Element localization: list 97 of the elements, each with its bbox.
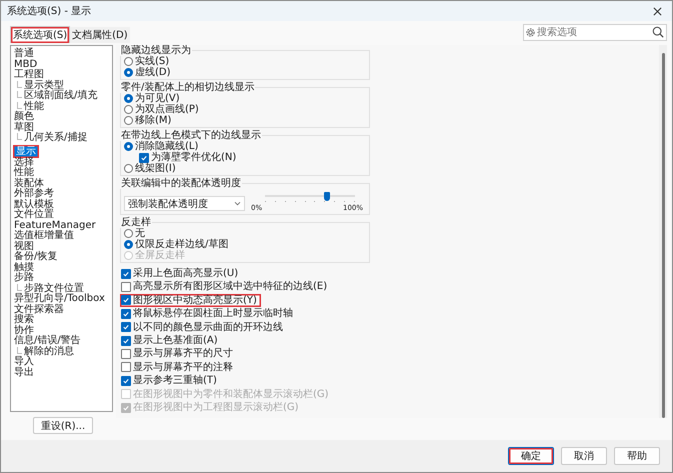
sidebar-item[interactable]: 几何关系/捕捉 (23, 133, 88, 144)
checkmark-icon (122, 270, 130, 278)
option-label: 图形视区中动态高亮显示(Y) (133, 294, 257, 308)
close-icon (652, 6, 662, 16)
dialog-button[interactable]: 帮助 (614, 447, 660, 465)
caret-icon (234, 201, 241, 206)
sidebar-item[interactable]: 性能 (23, 102, 45, 112)
checkbox[interactable] (121, 362, 131, 372)
scrollbar[interactable] (659, 45, 667, 418)
option-label: 实线(S) (135, 56, 170, 67)
reset-button[interactable]: 重设(R)... (33, 417, 93, 434)
option-label: 消除隐藏线(L) (135, 141, 198, 152)
sidebar-item[interactable]: 默认模板 (13, 200, 55, 210)
option-label: 全屏反走样 (135, 250, 185, 261)
radio-button[interactable] (124, 164, 133, 173)
checkmark-icon (122, 404, 130, 412)
option-label: 显示参考三重轴(T) (133, 374, 217, 388)
option-label: 显示与屏幕齐平的尺寸 (133, 347, 233, 361)
sidebar-item[interactable]: 显示类型 (23, 80, 65, 91)
sidebar-item[interactable]: 文件位置 (13, 210, 55, 220)
sidebar-item[interactable]: 备份/恢复 (13, 252, 58, 262)
option-label: 采用上色面高亮显示(U) (133, 267, 238, 280)
search-field[interactable]: 搜索选项 (523, 24, 667, 40)
option-label: 在图形视图中为零件和装配体显示滚动栏(G) (133, 388, 329, 401)
sidebar-item[interactable]: 协作 (13, 326, 35, 336)
option-label: 虚线(D) (135, 67, 171, 78)
sidebar-item[interactable]: 视图 (13, 242, 35, 252)
checkbox[interactable] (121, 336, 131, 346)
dialog-button[interactable]: 确定 (508, 447, 554, 465)
radio-button[interactable] (124, 68, 133, 77)
checkbox[interactable] (121, 268, 131, 279)
radio-button[interactable] (124, 57, 133, 66)
sidebar-item[interactable]: 文件探索器 (13, 304, 65, 315)
option-label: 仅限反走样边线/草图 (135, 239, 228, 250)
option-label: 线架图(I) (135, 163, 176, 174)
group-title: 在带边线上色模式下的边线显示 (120, 130, 262, 141)
sidebar-item[interactable]: 性能 (13, 168, 35, 178)
option-label: 无 (135, 228, 145, 239)
tab[interactable]: 系统选项(S) (10, 26, 70, 43)
option-label: 为双点画线(P) (135, 104, 199, 115)
checkbox[interactable] (121, 282, 131, 292)
sidebar-item[interactable]: MBD (13, 60, 38, 70)
radio-button[interactable] (124, 94, 133, 103)
group-title: 零件/装配体上的相切边线显示 (120, 82, 256, 93)
radio-button[interactable] (124, 229, 133, 238)
sidebar-item[interactable]: 解除的消息 (23, 346, 75, 357)
checkbox[interactable] (121, 376, 131, 386)
sidebar-item[interactable]: FeatureManager (13, 220, 97, 231)
sidebar-item[interactable]: 导出 (13, 368, 35, 378)
gear-icon (526, 28, 535, 36)
radio-button[interactable] (124, 240, 133, 249)
sidebar-item[interactable]: 步路文件位置 (23, 284, 85, 294)
option-label: 为可见(V) (135, 93, 180, 104)
sidebar-item[interactable]: 选值框增量值 (13, 231, 75, 242)
checkbox[interactable] (121, 322, 131, 332)
sidebar-item[interactable]: 导入 (13, 357, 35, 368)
sidebar-item[interactable]: 选择 (13, 158, 35, 168)
checkbox[interactable] (121, 308, 131, 319)
dialog-button[interactable]: 取消 (561, 447, 607, 465)
group-title: 反走样 (120, 217, 152, 228)
slider-thumb[interactable] (324, 192, 330, 201)
option-label: 以不同的颜色显示曲面的开环边线 (133, 320, 283, 334)
checkmark-icon (140, 154, 148, 162)
search-icon (652, 26, 664, 38)
tab[interactable]: 文档属性(D) (70, 27, 130, 43)
sidebar-item[interactable]: 普通 (13, 49, 35, 60)
option-label: 将鼠标悬停在圆柱面上时显示临时轴 (133, 307, 293, 321)
option-label: 移除(M) (135, 115, 172, 126)
option-label: 为薄壁零件优化(N) (151, 152, 236, 163)
group-title: 隐藏边线显示为 (120, 45, 192, 56)
radio-button[interactable] (124, 116, 133, 125)
sidebar-item[interactable]: 信息/错误/警告 (13, 336, 82, 346)
option-label: 高亮显示所有图形区域中选中特征的边线(E) (133, 280, 328, 294)
search-input[interactable]: 搜索选项 (535, 26, 652, 38)
checkmark-icon (122, 376, 130, 385)
checkbox[interactable] (121, 349, 131, 360)
sidebar-item[interactable]: 工程图 (13, 70, 45, 80)
window-title: 系统选项(S) - 显示 (7, 4, 92, 18)
option-label: 显示与屏幕齐平的注释 (133, 360, 233, 374)
radio-button[interactable] (124, 142, 133, 151)
radio-button[interactable] (124, 105, 133, 114)
checkbox[interactable] (121, 295, 131, 306)
sidebar-item[interactable]: 装配体 (13, 178, 45, 189)
sidebar-item[interactable]: 外部参考 (13, 189, 55, 200)
sidebar-item[interactable]: 颜色 (13, 112, 35, 122)
checkbox[interactable] (139, 152, 149, 162)
sidebar-item[interactable]: 异型孔向导/Toolbox (13, 294, 106, 304)
sidebar-item[interactable]: 触摸 (13, 262, 35, 273)
sidebar-item[interactable]: 草图 (13, 122, 35, 133)
sidebar-item[interactable]: 搜索 (13, 315, 35, 326)
sidebar-item[interactable]: 显示 (13, 144, 39, 158)
group-title: 关联编辑中的装配体透明度 (120, 178, 242, 189)
sidebar-item[interactable]: 区域剖面线/填充 (23, 91, 98, 102)
option-label: 显示上色基准面(A) (133, 334, 218, 348)
option-label: 在图形视图中为工程图显示滚动栏(G) (133, 400, 299, 414)
dropdown[interactable]: 强制装配体透明度 (124, 196, 245, 211)
sidebar-item[interactable]: 步路 (13, 273, 35, 284)
